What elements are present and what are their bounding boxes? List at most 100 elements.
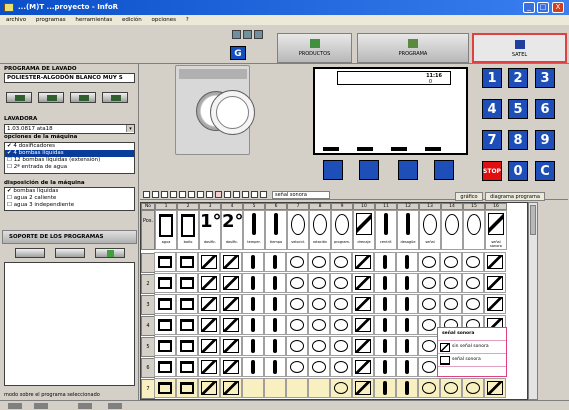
grid-cell[interactable]: [154, 273, 176, 293]
key-0[interactable]: 0: [508, 161, 528, 181]
grid-cell[interactable]: [154, 315, 176, 335]
softkey-2[interactable]: [359, 160, 379, 180]
grid-cell[interactable]: [462, 273, 484, 293]
grid-cell[interactable]: [308, 357, 330, 377]
grid-cell[interactable]: [176, 315, 198, 335]
grid-cell[interactable]: [330, 336, 352, 356]
nav-prev-icon[interactable]: [34, 403, 48, 409]
grid-tool-icon-5[interactable]: [179, 191, 186, 198]
grid-cell[interactable]: [330, 252, 352, 272]
grid-cell[interactable]: [418, 294, 440, 314]
col-header[interactable]: 15: [463, 203, 485, 210]
menu-herramientas[interactable]: herramientas: [75, 17, 112, 23]
grid-cell[interactable]: [374, 378, 396, 398]
option-item[interactable]: ☐ 2ª entrada de agua: [5, 164, 134, 171]
col-header[interactable]: 2: [177, 203, 199, 210]
prog-action-button-2[interactable]: [38, 92, 64, 103]
grid-field[interactable]: señal sonora: [272, 191, 330, 199]
grid-cell[interactable]: [330, 378, 352, 398]
print-icon[interactable]: [243, 30, 252, 39]
grid-cell[interactable]: [154, 378, 176, 398]
key-2[interactable]: 2: [508, 68, 528, 88]
grid-cell[interactable]: [220, 378, 242, 398]
cell-senal[interactable]: [419, 210, 441, 250]
grid-cell[interactable]: [484, 273, 506, 293]
cell-col14[interactable]: [441, 210, 463, 250]
grid-tool-icon-3[interactable]: [161, 191, 168, 198]
nav-first-icon[interactable]: [8, 403, 22, 409]
grid-cell[interactable]: [198, 252, 220, 272]
col-header[interactable]: 13: [419, 203, 441, 210]
grid-cell[interactable]: [242, 357, 264, 377]
option-item[interactable]: ☐ 12 bombas líquidas (extensión): [5, 157, 134, 164]
grid-cell[interactable]: [286, 315, 308, 335]
grid-cell[interactable]: [484, 294, 506, 314]
grid-cell[interactable]: [484, 378, 506, 398]
grid-cell[interactable]: [220, 252, 242, 272]
program-name-field[interactable]: POLIESTER-ALGODÓN BLANCO MUY S: [4, 73, 135, 83]
grid-cell[interactable]: [308, 294, 330, 314]
softkey-3[interactable]: [398, 160, 418, 180]
close-button[interactable]: X: [552, 2, 564, 13]
col-header[interactable]: 5: [243, 203, 265, 210]
grid-cell[interactable]: [176, 336, 198, 356]
grid-tool-icon-6[interactable]: [188, 191, 195, 198]
key-4[interactable]: 4: [482, 99, 502, 119]
grid-cell[interactable]: [462, 252, 484, 272]
key-3[interactable]: 3: [535, 68, 555, 88]
disposicion-item[interactable]: ☐ agua 2 caliente: [5, 195, 134, 202]
col-header[interactable]: 12: [397, 203, 419, 210]
softkey-1[interactable]: [323, 160, 343, 180]
cell-agua[interactable]: [155, 210, 177, 250]
cell-rotacion[interactable]: [309, 210, 331, 250]
grid-cell[interactable]: [418, 252, 440, 272]
col-header[interactable]: 4: [221, 203, 243, 210]
grid-cell[interactable]: [462, 294, 484, 314]
cell-drenaje[interactable]: [353, 210, 375, 250]
menu-programas[interactable]: programas: [36, 17, 66, 23]
stop-button[interactable]: STOP: [482, 161, 502, 181]
cell-dosific-1[interactable]: 1°: [199, 210, 222, 250]
grid-cell[interactable]: [440, 294, 462, 314]
grid-cell[interactable]: [286, 357, 308, 377]
grid-cell[interactable]: [220, 336, 242, 356]
grid-cell[interactable]: [286, 378, 308, 398]
grid-cell[interactable]: [176, 378, 198, 398]
grid-tool-icon-9[interactable]: [215, 191, 222, 198]
col-header[interactable]: 16: [485, 203, 507, 210]
grid-tool-icon-8[interactable]: [206, 191, 213, 198]
save-icon[interactable]: [232, 30, 241, 39]
grid-cell[interactable]: [330, 273, 352, 293]
grid-cell[interactable]: [396, 357, 418, 377]
soporte-new-button[interactable]: [15, 248, 45, 258]
disposicion-item[interactable]: ✔ bombas líquidas: [5, 188, 134, 195]
grid-cell[interactable]: [440, 273, 462, 293]
grid-cell[interactable]: [176, 252, 198, 272]
grid-cell[interactable]: [264, 315, 286, 335]
cell-dosific-2[interactable]: 2°: [221, 210, 244, 250]
col-header[interactable]: 3: [199, 203, 221, 210]
grid-tool-icon-13[interactable]: [251, 191, 258, 198]
lavadora-select[interactable]: 1.03.0817 ata18 ▾: [4, 124, 135, 134]
cell-tiempo[interactable]: [265, 210, 287, 250]
grid-cell[interactable]: [242, 336, 264, 356]
option-item-selected[interactable]: ✔ 4 bombas líquidas: [5, 150, 134, 157]
grid-cell[interactable]: [176, 294, 198, 314]
tab-diagrama[interactable]: diagrama programa: [485, 192, 545, 201]
grid-cell[interactable]: [396, 336, 418, 356]
grid-cell[interactable]: [308, 336, 330, 356]
soporte-list[interactable]: [4, 262, 135, 386]
tab-programa[interactable]: PROGRAMA: [357, 33, 469, 63]
grid-cell[interactable]: [308, 252, 330, 272]
key-8[interactable]: 8: [508, 130, 528, 150]
disposicion-item[interactable]: ☐ agua 3 independiente: [5, 202, 134, 209]
grid-cell[interactable]: [396, 294, 418, 314]
softkey-4[interactable]: [434, 160, 454, 180]
grid-cell[interactable]: [264, 294, 286, 314]
grid-cell[interactable]: [154, 336, 176, 356]
grid-cell[interactable]: [396, 315, 418, 335]
grid-cell[interactable]: [484, 252, 506, 272]
grid-cell[interactable]: [352, 336, 374, 356]
grid-tool-icon-11[interactable]: [233, 191, 240, 198]
grid-cell[interactable]: [220, 357, 242, 377]
